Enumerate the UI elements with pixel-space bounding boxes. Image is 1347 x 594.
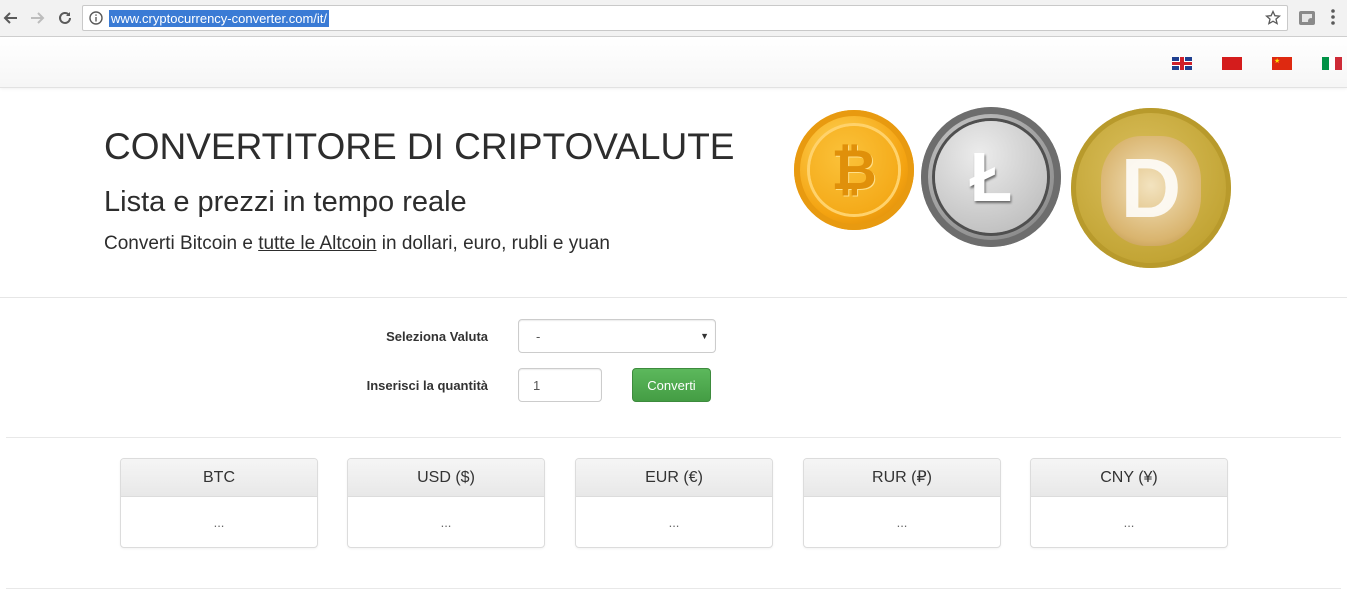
flag-russia-icon[interactable] — [1222, 57, 1242, 70]
bitcoin-logo: ₿ — [794, 110, 914, 230]
divider — [6, 437, 1341, 438]
url-text[interactable]: www.cryptocurrency-converter.com/it/ — [109, 10, 330, 27]
panel-header: USD ($) — [348, 459, 544, 497]
flag-china-icon[interactable]: ★ — [1272, 57, 1292, 70]
address-bar[interactable]: www.cryptocurrency-converter.com/it/ — [82, 5, 1288, 31]
panel-header: RUR (₽) — [804, 459, 1000, 497]
divider — [6, 588, 1341, 589]
panel-header: EUR (€) — [576, 459, 772, 497]
extension-icon[interactable] — [1297, 8, 1317, 33]
panel-value: ... — [213, 515, 225, 530]
currency-label: Seleziona Valuta — [386, 329, 488, 344]
flag-uk-icon[interactable] — [1172, 57, 1192, 70]
caret-down-icon: ▼ — [700, 331, 709, 341]
panel-header: CNY (¥) — [1031, 459, 1227, 497]
panel-value: ... — [896, 515, 908, 530]
litecoin-logo: Ł — [921, 107, 1061, 247]
result-panel-btc: BTC ... — [120, 458, 318, 548]
reload-icon[interactable] — [54, 7, 76, 29]
browser-toolbar: www.cryptocurrency-converter.com/it/ — [0, 0, 1347, 37]
quantity-label: Inserisci la quantità — [366, 378, 488, 393]
arrow-right-icon[interactable] — [26, 7, 48, 29]
altcoin-link[interactable]: tutte le Altcoin — [258, 233, 376, 254]
quantity-input[interactable] — [518, 368, 602, 402]
hero-section: CONVERTITORE DI CRIPTOVALUTE Lista e pre… — [0, 88, 1347, 298]
star-icon[interactable] — [1264, 9, 1282, 31]
arrow-left-icon[interactable] — [0, 7, 22, 29]
currency-select-value: - — [536, 329, 541, 344]
page-subtitle: Lista e prezzi in tempo reale — [104, 186, 467, 218]
info-icon[interactable] — [89, 11, 103, 30]
panel-header: BTC — [121, 459, 317, 497]
panel-value: ... — [440, 515, 452, 530]
bitcoin-glyph: ₿ — [831, 138, 877, 201]
result-panel-eur: EUR (€) ... — [575, 458, 773, 548]
result-panel-usd: USD ($) ... — [347, 458, 545, 548]
site-navbar: ★ — [0, 37, 1347, 88]
result-panel-cny: CNY (¥) ... — [1030, 458, 1228, 548]
kebab-menu-icon[interactable] — [1330, 8, 1336, 31]
page-title: CONVERTITORE DI CRIPTOVALUTE — [104, 126, 735, 167]
flag-italy-icon[interactable] — [1322, 57, 1343, 70]
convert-button[interactable]: Converti — [632, 368, 711, 402]
dogecoin-glyph: D — [1120, 141, 1182, 235]
page-description: Converti Bitcoin e tutte le Altcoin in d… — [104, 233, 610, 254]
dogecoin-logo: D — [1071, 108, 1231, 268]
panel-value: ... — [1123, 515, 1135, 530]
litecoin-glyph: Ł — [969, 138, 1013, 216]
currency-select[interactable]: - ▼ — [518, 319, 716, 353]
result-panel-rur: RUR (₽) ... — [803, 458, 1001, 548]
panel-value: ... — [668, 515, 680, 530]
